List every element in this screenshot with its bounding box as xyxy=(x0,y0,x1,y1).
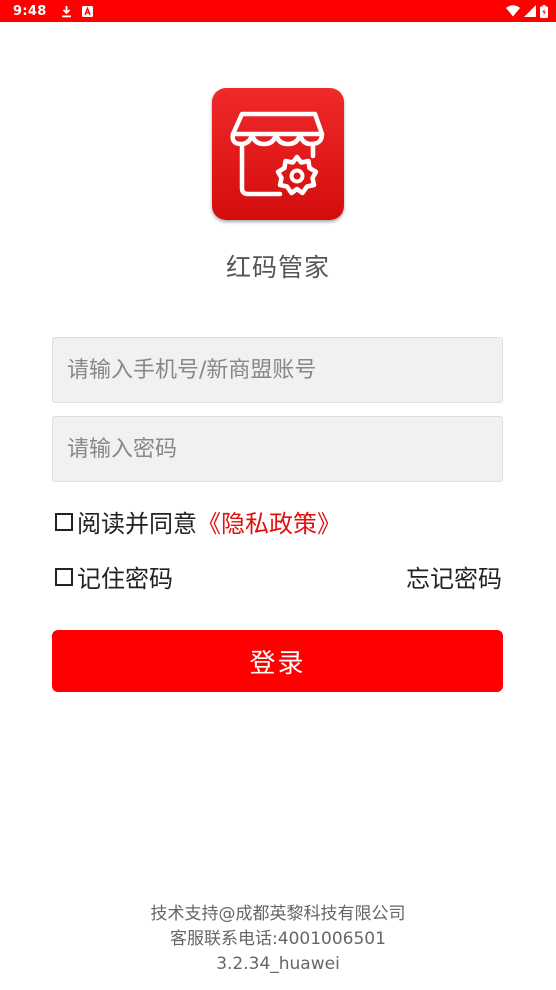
password-input[interactable] xyxy=(53,417,502,481)
signal-icon xyxy=(524,5,536,17)
remember-password-label: 记住密码 xyxy=(77,565,173,593)
phone-account-field[interactable] xyxy=(52,337,503,403)
app-logo xyxy=(212,88,344,220)
login-screen: 9:48 红码管家 请输入手机号/新商盟账号 阅读并同意 《隐私政策》 记住密码… xyxy=(0,0,556,990)
agree-text: 阅读并同意 xyxy=(77,510,197,538)
privacy-agree-checkbox[interactable] xyxy=(55,512,73,531)
forgot-password-link[interactable]: 忘记密码 xyxy=(406,559,502,594)
status-bar: 9:48 xyxy=(0,0,556,22)
privacy-policy-link[interactable]: 《隐私政策》 xyxy=(197,504,341,539)
footer: 技术支持@成都英黎科技有限公司 客服联系电话:4001006501 3.2.34… xyxy=(0,902,556,977)
notification-a-icon xyxy=(81,5,93,17)
login-button[interactable]: 登录 xyxy=(52,630,503,692)
remember-password-checkbox[interactable] xyxy=(55,567,73,586)
tech-support-text: 技术支持@成都英黎科技有限公司 xyxy=(150,904,406,924)
status-left-icons xyxy=(61,5,93,18)
phone-account-input[interactable] xyxy=(53,338,502,402)
download-icon xyxy=(61,5,72,18)
remember-password-row[interactable]: 记住密码 xyxy=(55,559,173,594)
customer-service-phone: 客服联系电话:4001006501 xyxy=(170,929,386,949)
status-right-icons xyxy=(506,4,548,18)
app-version: 3.2.34_huawei xyxy=(216,954,340,974)
privacy-agreement-row[interactable]: 阅读并同意 《隐私政策》 xyxy=(55,504,341,539)
wifi-icon xyxy=(506,5,520,17)
status-time: 9:48 xyxy=(13,3,47,19)
app-name: 红码管家 xyxy=(225,253,330,282)
store-settings-icon xyxy=(230,111,325,197)
password-field[interactable] xyxy=(52,416,503,482)
battery-icon xyxy=(540,4,548,18)
